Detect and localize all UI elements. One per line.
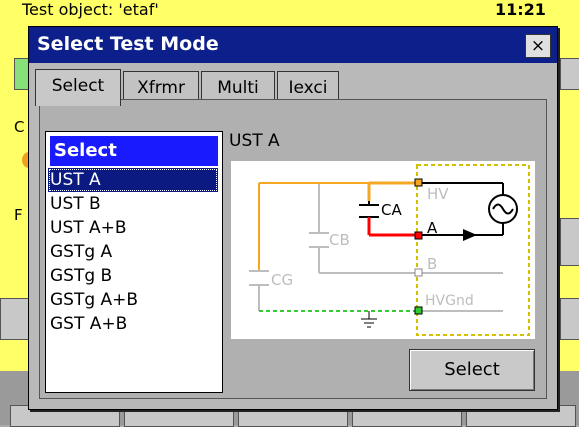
tab-select[interactable]: Select [35, 69, 121, 106]
clock: 11:21 [495, 0, 546, 19]
connection-diagram: CA CB CG HV A B HVGnd [231, 161, 535, 339]
list-item-gstg-a-b[interactable]: GSTg A+B [48, 288, 218, 312]
current-arrow-icon [463, 229, 477, 241]
bg-label-c: C [14, 118, 25, 136]
dialog-title-bar: Select Test Mode × [29, 27, 557, 63]
close-icon: × [530, 36, 546, 56]
list-header: Select [50, 136, 218, 166]
ca-label: CA [381, 201, 402, 219]
bg-button-right-2 [560, 218, 579, 266]
list-item-ust-b[interactable]: UST B [48, 192, 218, 216]
close-button[interactable]: × [525, 34, 551, 58]
selected-mode-label: UST A [229, 131, 280, 151]
hv-label: HV [427, 185, 449, 203]
hvgnd-terminal [414, 306, 423, 315]
b-terminal [414, 268, 423, 277]
a-terminal [414, 231, 423, 240]
a-label: A [427, 219, 438, 237]
list-item-ust-a-b[interactable]: UST A+B [48, 216, 218, 240]
bg-button-right-1 [560, 58, 579, 90]
select-button[interactable]: Select [409, 349, 535, 391]
list-item-gst-a-b[interactable]: GST A+B [48, 312, 218, 336]
hv-terminal [414, 178, 423, 187]
bg-button-left [0, 298, 30, 340]
b-label: B [427, 255, 437, 273]
cb-label: CB [329, 231, 350, 249]
bg-label-f: F [14, 206, 23, 224]
app-title: Test object: 'etaf' [22, 0, 159, 19]
test-mode-list[interactable]: Select UST A UST B UST A+B GSTg A GSTg B… [45, 131, 223, 393]
list-item-ust-a[interactable]: UST A [48, 168, 218, 192]
hvgnd-label: HVGnd [425, 293, 474, 309]
bg-button-right-3 [560, 298, 579, 340]
list-item-gstg-a[interactable]: GSTg A [48, 240, 218, 264]
circuit-diagram: CA CB CG HV A B HVGnd [249, 164, 530, 336]
list-item-gstg-b[interactable]: GSTg B [48, 264, 218, 288]
app-title-bar: Test object: 'etaf' 11:21 [0, 0, 579, 26]
cg-label: CG [271, 271, 293, 289]
select-test-mode-dialog: Select Test Mode × Select Xfrmr Multi Ie… [28, 26, 558, 410]
dialog-title: Select Test Mode [37, 33, 219, 55]
